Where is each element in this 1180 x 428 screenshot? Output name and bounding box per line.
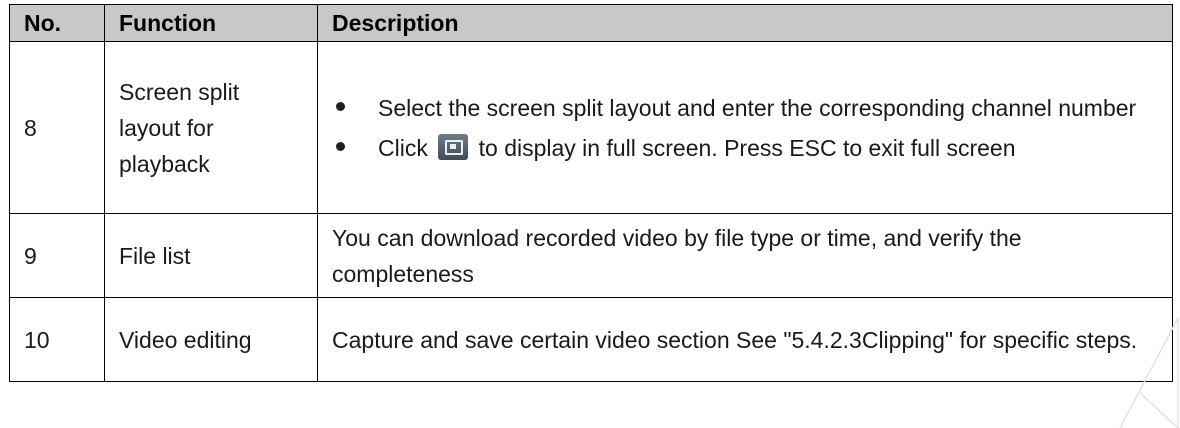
row-number: 8 [9,41,105,214]
row-description: Capture and save certain video section S… [317,297,1173,382]
function-line: layout for [119,114,214,141]
row-number: 9 [9,213,105,298]
header-description: Description [317,4,1173,42]
document-page: No. Function Description 8 Screen split … [0,0,1180,428]
row-function: File list [104,213,318,298]
row-function: Video editing [104,297,318,382]
bullet-item: Select the screen split layout and enter… [332,88,1158,128]
table-row: 8 Screen split layout for playback Selec… [9,41,1173,214]
function-line: playback [119,150,210,177]
bullet-text-after-icon: to display in full screen. Press ESC to … [478,134,1016,161]
table-row: 9 File list You can download recorded vi… [9,213,1173,298]
function-line: Screen split [119,78,240,105]
table-header-row: No. Function Description [9,4,1173,42]
row-description: You can download recorded video by file … [317,213,1173,298]
bullet-text-before-icon: Click [378,134,428,161]
fullscreen-icon [438,133,469,160]
row-function: Screen split layout for playback [104,41,318,214]
bullet-item: Click to display in full screen. Press E… [332,128,1158,168]
function-table: No. Function Description 8 Screen split … [9,4,1173,382]
table-row: 10 Video editing Capture and save certai… [9,297,1173,382]
bullet-text: Select the screen split layout and enter… [378,94,1137,121]
row-description: Select the screen split layout and enter… [317,41,1173,214]
header-no: No. [9,4,105,42]
bullet-text: Click to display in full screen. Press E… [356,128,1158,168]
bullet-icon [332,88,356,128]
header-function: Function [104,4,318,42]
bullet-icon [332,128,356,168]
row-number: 10 [9,297,105,382]
